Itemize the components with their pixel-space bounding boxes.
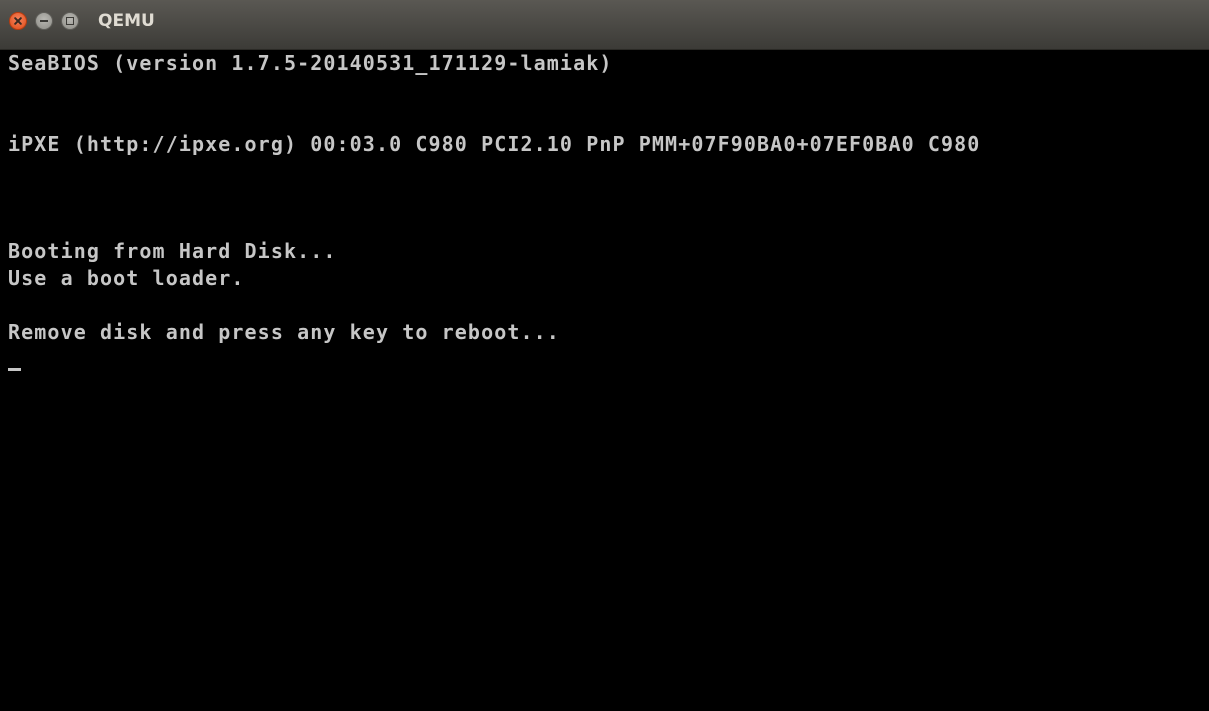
console-line-ipxe: iPXE (http://ipxe.org) 00:03.0 C980 PCI2… — [8, 132, 981, 156]
console-line-boot-loader: Use a boot loader. — [8, 266, 245, 290]
window-title: QEMU — [98, 11, 155, 31]
console-line-seabios: SeaBIOS (version 1.7.5-20140531_171129-l… — [8, 51, 613, 75]
text-cursor — [8, 368, 21, 371]
console-line-remove-disk: Remove disk and press any key to reboot.… — [8, 320, 560, 344]
qemu-window: QEMU SeaBIOS (version 1.7.5-20140531_171… — [0, 0, 1209, 711]
title-bar[interactable]: QEMU — [0, 0, 1209, 50]
maximize-icon[interactable] — [61, 12, 79, 30]
minimize-icon[interactable] — [35, 12, 53, 30]
console-screen[interactable]: SeaBIOS (version 1.7.5-20140531_171129-l… — [0, 50, 1209, 711]
close-icon[interactable] — [9, 12, 27, 30]
console-line-booting: Booting from Hard Disk... — [8, 239, 337, 263]
